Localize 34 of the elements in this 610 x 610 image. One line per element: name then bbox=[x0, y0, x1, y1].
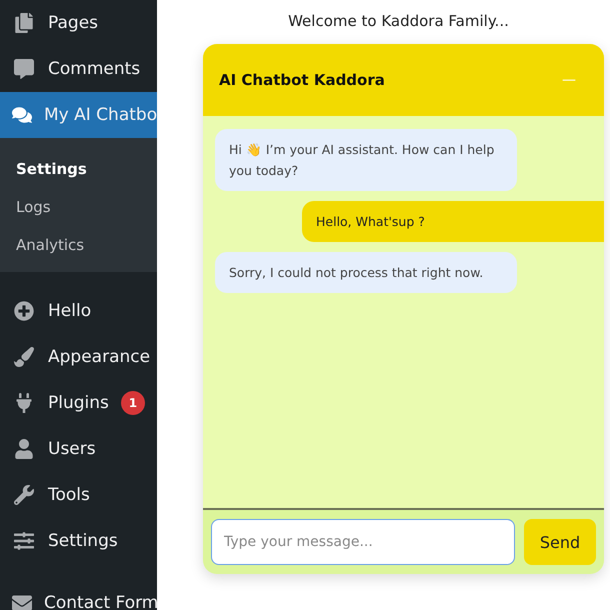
brush-icon bbox=[12, 345, 36, 369]
wrench-icon bbox=[12, 483, 36, 507]
send-button[interactable]: Send bbox=[524, 519, 596, 565]
sidebar-item[interactable]: Pages bbox=[0, 0, 157, 46]
sidebar-label: Pages bbox=[48, 13, 98, 33]
user-message: Hello, What'sup ? bbox=[302, 201, 604, 242]
sidebar-label: Comments bbox=[48, 59, 140, 79]
sidebar-item[interactable]: Hello bbox=[0, 288, 157, 334]
sidebar-item[interactable]: Settings bbox=[0, 518, 157, 564]
submenu-item[interactable]: Analytics bbox=[0, 226, 157, 264]
bot-message: Hi 👋 I’m your AI assistant. How can I help you today? bbox=[215, 129, 517, 191]
sidebar-item[interactable]: Tools bbox=[0, 472, 157, 518]
sidebar-item[interactable]: Contact Form bbox=[0, 580, 157, 610]
sidebar-item[interactable]: Appearance bbox=[0, 334, 157, 380]
sidebar-label: Hello bbox=[48, 301, 92, 321]
sidebar-label: My AI Chatbo bbox=[44, 105, 157, 125]
update-count-badge: 1 bbox=[120, 391, 145, 415]
submenu-item[interactable]: Settings bbox=[0, 150, 157, 188]
sidebar-label: Users bbox=[48, 439, 96, 459]
message-input[interactable]: Type your message... bbox=[211, 519, 515, 565]
chat-title: AI Chatbot Kaddora bbox=[219, 71, 385, 89]
submenu-item[interactable]: Logs bbox=[0, 188, 157, 226]
sidebar-label: Settings bbox=[48, 531, 118, 551]
sidebar-item[interactable]: Users bbox=[0, 426, 157, 472]
sidebar-label: Contact Form bbox=[44, 593, 157, 610]
welcome-text: Welcome to Kaddora Family... bbox=[288, 12, 509, 30]
sidebar-label: Tools bbox=[48, 485, 90, 505]
sidebar-label: Plugins bbox=[48, 393, 109, 413]
sidebar-item[interactable]: Plugins 1 bbox=[0, 380, 157, 426]
sidebar-label: Appearance bbox=[48, 347, 150, 367]
sidebar-item[interactable]: My AI Chatbo bbox=[0, 92, 157, 138]
bot-message: Sorry, I could not process that right now. bbox=[215, 252, 517, 293]
sidebar-item[interactable]: Comments bbox=[0, 46, 157, 92]
speech-bubble-icon bbox=[12, 57, 36, 81]
